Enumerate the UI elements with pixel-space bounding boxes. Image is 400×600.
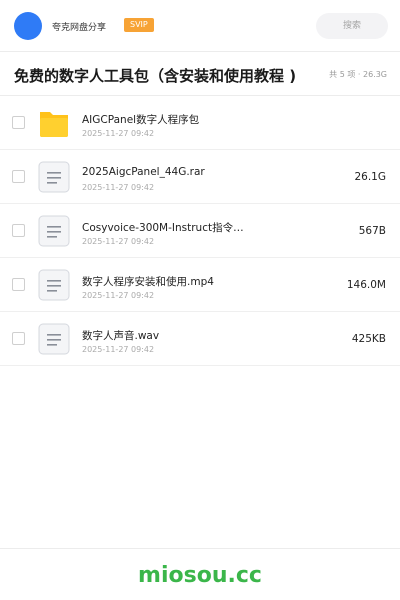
file-icon — [38, 215, 70, 247]
file-date: 2025-11-27 09:42 — [82, 345, 155, 354]
share-summary: 共 5 项 · 26.3G — [329, 70, 387, 79]
sharer-name: 夸克网盘分享 — [52, 23, 107, 33]
avatar[interactable] — [14, 12, 42, 40]
file-date: 2025-11-27 09:42 — [82, 129, 155, 138]
file-list: AIGCPanel数字人程序包 2025-11-27 09:42 2025Aig… — [0, 96, 400, 366]
file-icon — [38, 269, 70, 301]
list-item[interactable]: AIGCPanel数字人程序包 2025-11-27 09:42 — [0, 96, 400, 150]
file-name: Cosyvoice-300M-Instruct指令… — [82, 222, 244, 234]
share-header: 夸克网盘分享 SVIP 搜索 — [0, 0, 400, 52]
file-name: 数字人声音.wav — [82, 330, 160, 342]
folder-icon — [40, 112, 68, 137]
file-size: 146.0M — [346, 279, 386, 291]
file-size: 425KB — [351, 333, 386, 345]
file-name: 2025AigcPanel_44G.rar — [82, 166, 205, 178]
checkbox[interactable] — [12, 332, 25, 345]
share-title-row: 免费的数字人工具包（含安装和使用教程 ) 共 5 项 · 26.3G — [0, 52, 400, 96]
file-size: 26.1G — [354, 171, 386, 183]
file-date: 2025-11-27 09:42 — [82, 237, 155, 246]
file-name: AIGCPanel数字人程序包 — [82, 114, 200, 126]
search-input[interactable]: 搜索 — [316, 13, 388, 39]
file-name: 数字人程序安装和使用.mp4 — [82, 276, 214, 288]
checkbox[interactable] — [12, 170, 25, 183]
checkbox[interactable] — [12, 116, 25, 129]
checkbox[interactable] — [12, 278, 25, 291]
list-item[interactable]: 数字人程序安装和使用.mp4 2025-11-27 09:42 146.0M — [0, 258, 400, 312]
file-date: 2025-11-27 09:42 — [82, 291, 155, 300]
list-item[interactable]: 数字人声音.wav 2025-11-27 09:42 425KB — [0, 312, 400, 366]
footer: miosou.cc — [0, 548, 400, 600]
svip-badge: SVIP — [124, 18, 154, 32]
list-item[interactable]: Cosyvoice-300M-Instruct指令… 2025-11-27 09… — [0, 204, 400, 258]
page-title: 免费的数字人工具包（含安装和使用教程 ) — [14, 67, 297, 85]
list-item[interactable]: 2025AigcPanel_44G.rar 2025-11-27 09:42 2… — [0, 150, 400, 204]
file-icon — [38, 323, 70, 355]
file-date: 2025-11-27 09:42 — [82, 183, 155, 192]
checkbox[interactable] — [12, 224, 25, 237]
brand-logo[interactable]: miosou.cc — [0, 563, 400, 588]
file-icon — [38, 161, 70, 193]
file-size: 567B — [358, 225, 386, 237]
